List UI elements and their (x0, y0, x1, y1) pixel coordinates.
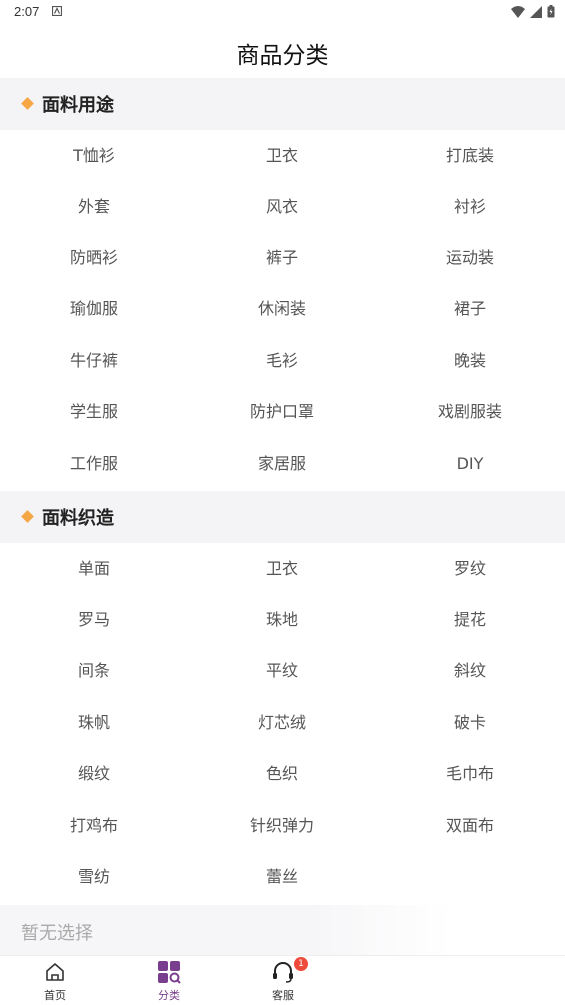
category-item[interactable]: 学生服 (0, 386, 188, 437)
headset-icon (273, 962, 293, 983)
category-item[interactable]: 单面 (0, 543, 188, 594)
category-item[interactable]: T恤衫 (0, 130, 188, 181)
category-item[interactable]: 平纹 (188, 645, 376, 696)
category-item[interactable]: 破卡 (376, 697, 564, 748)
category-item[interactable]: 衬衫 (376, 181, 564, 232)
category-item[interactable]: 罗马 (0, 594, 188, 645)
category-item[interactable]: 裤子 (188, 232, 376, 283)
category-item[interactable]: 毛衫 (188, 335, 376, 386)
diamond-icon (21, 97, 34, 110)
category-item[interactable]: 提花 (376, 594, 564, 645)
category-item[interactable]: 防晒衫 (0, 232, 188, 283)
category-item[interactable]: 罗纹 (376, 543, 564, 594)
category-item[interactable]: 风衣 (188, 181, 376, 232)
section-header-weave: 面料织造 (0, 491, 565, 543)
category-item[interactable]: 珠地 (188, 594, 376, 645)
category-icon (158, 961, 181, 984)
tab-customer-service[interactable]: 1 客服 (243, 956, 323, 1005)
selection-placeholder: 暂无选择 (21, 923, 93, 944)
category-item[interactable]: 工作服 (0, 438, 188, 489)
category-item[interactable]: 珠帆 (0, 697, 188, 748)
category-item[interactable]: 打底装 (376, 130, 564, 181)
status-bar: 2:07 (0, 0, 565, 24)
category-item[interactable]: 牛仔裤 (0, 335, 188, 386)
category-item[interactable]: 外套 (0, 181, 188, 232)
tab-label: 客服 (272, 989, 294, 1002)
selection-bar[interactable]: 暂无选择 (0, 905, 565, 955)
category-item[interactable]: 双面布 (376, 800, 564, 851)
category-item[interactable]: 雪纺 (0, 851, 188, 902)
tab-home[interactable]: 首页 (15, 956, 95, 1005)
category-item[interactable]: 斜纹 (376, 645, 564, 696)
category-item[interactable]: 卫衣 (188, 130, 376, 181)
page-title: 商品分类 (236, 43, 329, 69)
category-item[interactable]: 蕾丝 (188, 851, 376, 902)
section-title: 面料用途 (42, 95, 114, 116)
bottom-tab-bar: 首页 分类 1 客服 (0, 955, 565, 1005)
notification-icon (52, 6, 62, 16)
category-item[interactable]: 晚装 (376, 335, 564, 386)
category-item[interactable]: 灯芯绒 (188, 697, 376, 748)
tab-label: 分类 (158, 989, 180, 1002)
category-item[interactable]: 毛巾布 (376, 748, 564, 799)
section-title: 面料织造 (42, 508, 114, 529)
category-item[interactable]: 休闲装 (188, 283, 376, 334)
tab-label: 首页 (44, 989, 66, 1002)
wifi-icon (511, 5, 525, 18)
status-time: 2:07 (14, 4, 40, 19)
category-item[interactable]: 间条 (0, 645, 188, 696)
category-item[interactable]: 裙子 (376, 283, 564, 334)
home-icon (46, 963, 64, 981)
category-item[interactable]: 缎纹 (0, 748, 188, 799)
category-item[interactable]: DIY (376, 438, 564, 489)
category-item[interactable]: 针织弹力 (188, 800, 376, 851)
category-item[interactable]: 瑜伽服 (0, 283, 188, 334)
battery-icon (547, 5, 555, 18)
signal-icon (530, 5, 542, 18)
category-item[interactable]: 防护口罩 (188, 386, 376, 437)
category-item[interactable]: 打鸡布 (0, 800, 188, 851)
category-item[interactable]: 色织 (188, 748, 376, 799)
category-item[interactable]: 卫衣 (188, 543, 376, 594)
notification-badge: 1 (294, 957, 308, 971)
category-item[interactable]: 运动装 (376, 232, 564, 283)
tab-category[interactable]: 分类 (129, 956, 209, 1005)
diamond-icon (21, 510, 34, 523)
section-header-usage: 面料用途 (0, 78, 565, 130)
category-item[interactable]: 戏剧服装 (376, 386, 564, 437)
category-item[interactable]: 家居服 (188, 438, 376, 489)
